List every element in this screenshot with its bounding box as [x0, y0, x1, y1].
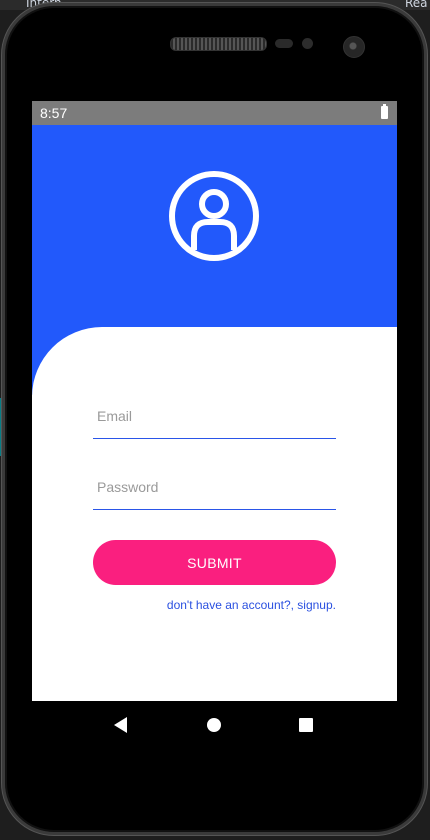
navigation-bar [32, 701, 397, 750]
battery-icon [381, 104, 388, 119]
status-time: 8:57 [40, 105, 68, 121]
proximity-sensor [275, 39, 293, 48]
status-bar: 8:57 [32, 101, 397, 125]
front-camera-icon [343, 36, 365, 58]
password-input[interactable] [97, 469, 332, 505]
login-card [32, 327, 397, 727]
signup-link[interactable]: don't have an account?, signup. [167, 598, 336, 612]
email-field[interactable] [93, 398, 336, 439]
home-icon[interactable] [207, 718, 221, 732]
password-field[interactable] [93, 469, 336, 510]
submit-button[interactable]: SUBMIT [93, 540, 336, 585]
email-input[interactable] [97, 398, 332, 434]
account-circle-icon [169, 171, 259, 261]
app-screen: 8:57 SUBMIT don't have an account?, sign… [32, 101, 397, 750]
recents-icon[interactable] [299, 718, 313, 732]
back-icon[interactable] [114, 717, 127, 733]
earpiece-speaker [170, 37, 267, 51]
light-sensor [302, 38, 313, 49]
host-tab-label-right: Rea [405, 0, 428, 10]
